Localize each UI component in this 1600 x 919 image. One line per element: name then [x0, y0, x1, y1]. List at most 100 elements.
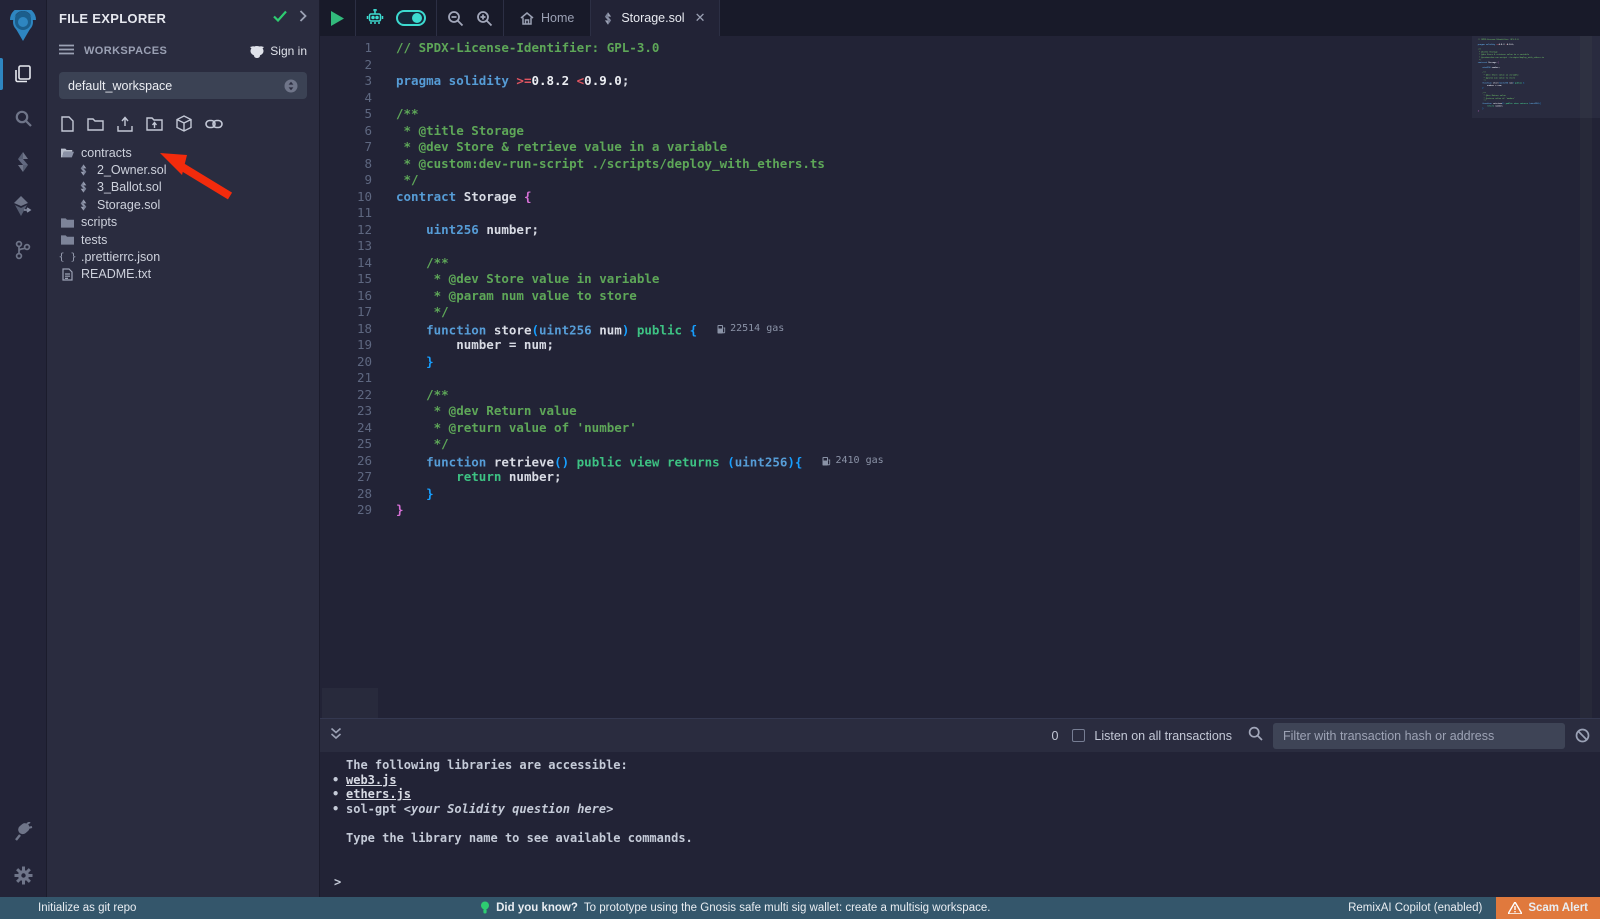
- zoom-out-icon[interactable]: [447, 10, 464, 27]
- zoom-in-icon[interactable]: [476, 10, 493, 27]
- code-line-21: 21: [320, 370, 1600, 387]
- listen-all-transactions-label: Listen on all transactions: [1094, 729, 1232, 743]
- workspace-select[interactable]: default_workspace: [59, 72, 307, 99]
- code-line-17: 17 */: [320, 304, 1600, 321]
- solidity-file-icon: [603, 12, 613, 25]
- gas-estimate: 2410 gas: [822, 453, 883, 470]
- tree-item-3-ballot-sol[interactable]: 3_Ballot.sol: [47, 179, 319, 196]
- terminal-output: The following libraries are accessible:•…: [332, 758, 1600, 846]
- tab-label: Storage.sol: [621, 11, 684, 25]
- home-icon: [520, 12, 534, 25]
- sign-in-button[interactable]: Sign in: [249, 44, 307, 58]
- code-line-12: 12 uint256 number;: [320, 222, 1600, 239]
- terminal-line: •web3.js: [332, 773, 1600, 788]
- scam-alert-button[interactable]: Scam Alert: [1496, 897, 1600, 919]
- code-line-19: 19 number = num;: [320, 337, 1600, 354]
- code-line-15: 15 * @dev Store value in variable: [320, 271, 1600, 288]
- listen-all-transactions-checkbox[interactable]: [1072, 729, 1085, 742]
- panel-expand-chevron-icon[interactable]: [299, 9, 307, 27]
- search-icon[interactable]: [0, 96, 47, 140]
- run-script-play-icon[interactable]: [330, 10, 345, 27]
- code-line-24: 24 * @return value of 'number': [320, 420, 1600, 437]
- copilot-toggle[interactable]: [396, 10, 426, 26]
- workspaces-menu-icon[interactable]: [59, 42, 74, 60]
- code-line-7: 7 * @dev Store & retrieve value in a var…: [320, 139, 1600, 156]
- select-arrows-icon: [284, 79, 298, 93]
- file-icon: [61, 268, 74, 281]
- tree-item-tests[interactable]: tests: [47, 231, 319, 248]
- code-lines: 1// SPDX-License-Identifier: GPL-3.023pr…: [320, 36, 1600, 519]
- editor-scrollbar[interactable]: [1580, 36, 1592, 718]
- tab-home[interactable]: Home: [504, 0, 591, 36]
- settings-gear-icon[interactable]: [0, 853, 47, 897]
- deploy-run-icon[interactable]: [0, 184, 47, 228]
- tree-item-2-owner-sol[interactable]: 2_Owner.sol: [47, 161, 319, 178]
- code-line-3: 3pragma solidity >=0.8.2 <0.9.0;: [320, 73, 1600, 90]
- code-line-6: 6 * @title Storage: [320, 123, 1600, 140]
- code-line-14: 14 /**: [320, 255, 1600, 272]
- tree-item-readme-txt[interactable]: README.txt: [47, 266, 319, 283]
- gas-icon: [717, 324, 726, 334]
- copilot-status[interactable]: RemixAI Copilot (enabled): [1334, 902, 1496, 914]
- ai-copilot-robot-icon[interactable]: [366, 9, 384, 27]
- solidity-icon: [77, 181, 90, 193]
- did-you-know-tip: Did you know? To prototype using the Gno…: [480, 901, 990, 915]
- terminal-line: Type the library name to see available c…: [332, 831, 1600, 846]
- solidity-compiler-icon[interactable]: [0, 140, 47, 184]
- upload-file-icon[interactable]: [117, 116, 133, 132]
- tree-item--prettierrc-json[interactable]: { }.prettierrc.json: [47, 248, 319, 265]
- terminal-line: •ethers.js: [332, 787, 1600, 802]
- upload-folder-icon[interactable]: [146, 116, 163, 131]
- workspace-name: default_workspace: [68, 79, 284, 93]
- code-line-18: 18 function store(uint256 num) public {2…: [320, 321, 1600, 338]
- folder-icon: [61, 234, 74, 245]
- solidity-icon: [77, 199, 90, 211]
- minimap[interactable]: // SPDX-License-Identifier: GPL-3.0pragm…: [1474, 38, 1546, 598]
- terminal-line: [332, 816, 1600, 831]
- status-bar: Initialize as git repo Did you know? To …: [0, 897, 1600, 919]
- terminal-search-icon[interactable]: [1248, 726, 1263, 746]
- new-file-icon[interactable]: [61, 116, 74, 132]
- code-line-28: 28 }: [320, 486, 1600, 503]
- tab-close-icon[interactable]: ✕: [693, 10, 708, 26]
- tab-storage-sol[interactable]: Storage.sol ✕: [591, 0, 720, 36]
- remix-logo-icon[interactable]: [0, 0, 47, 52]
- workspaces-label: WORKSPACES: [84, 45, 239, 57]
- git-icon[interactable]: [0, 228, 47, 272]
- transaction-count-badge: 0: [1051, 729, 1058, 743]
- code-line-27: 27 return number;: [320, 469, 1600, 486]
- code-line-5: 5/**: [320, 106, 1600, 123]
- tree-item-scripts[interactable]: scripts: [47, 214, 319, 231]
- folder-icon: [61, 217, 74, 228]
- init-git-repo-button[interactable]: Initialize as git repo: [0, 902, 136, 914]
- panel-title: FILE EXPLORER: [59, 11, 273, 26]
- terminal-header: 0 Listen on all transactions: [320, 718, 1600, 752]
- code-line-23: 23 * @dev Return value: [320, 403, 1600, 420]
- terminal-clear-icon[interactable]: [1575, 728, 1590, 743]
- code-line-9: 9 */: [320, 172, 1600, 189]
- new-folder-icon[interactable]: [87, 117, 104, 131]
- publish-ipfs-icon[interactable]: [176, 115, 192, 132]
- terminal-link-ethers-js[interactable]: ethers.js: [346, 787, 411, 802]
- lightbulb-icon: [480, 901, 490, 915]
- tree-item-contracts[interactable]: contracts: [47, 144, 319, 161]
- terminal-collapse-icon[interactable]: [330, 727, 342, 745]
- terminal-link-web3-js[interactable]: web3.js: [346, 773, 397, 788]
- link-icon[interactable]: [205, 118, 223, 130]
- tree-item-storage-sol[interactable]: Storage.sol: [47, 196, 319, 213]
- code-editor[interactable]: 1// SPDX-License-Identifier: GPL-3.023pr…: [320, 36, 1600, 718]
- code-line-8: 8 * @custom:dev-run-script ./scripts/dep…: [320, 156, 1600, 173]
- code-line-4: 4: [320, 90, 1600, 107]
- file-explorer-icon[interactable]: [0, 52, 47, 96]
- warning-triangle-icon: [1508, 902, 1522, 914]
- code-line-22: 22 /**: [320, 387, 1600, 404]
- editor-bottom-decoration: [322, 688, 378, 718]
- tip-text: To prototype using the Gnosis safe multi…: [584, 902, 991, 914]
- terminal-line: The following libraries are accessible:: [332, 758, 1600, 773]
- transaction-filter-input[interactable]: [1273, 723, 1565, 749]
- plugin-manager-icon[interactable]: [0, 809, 47, 853]
- terminal-line: •sol-gpt <your Solidity question here>: [332, 802, 1600, 817]
- terminal-prompt[interactable]: >: [334, 875, 341, 889]
- code-line-29: }: [1474, 110, 1546, 113]
- terminal[interactable]: The following libraries are accessible:•…: [320, 752, 1600, 897]
